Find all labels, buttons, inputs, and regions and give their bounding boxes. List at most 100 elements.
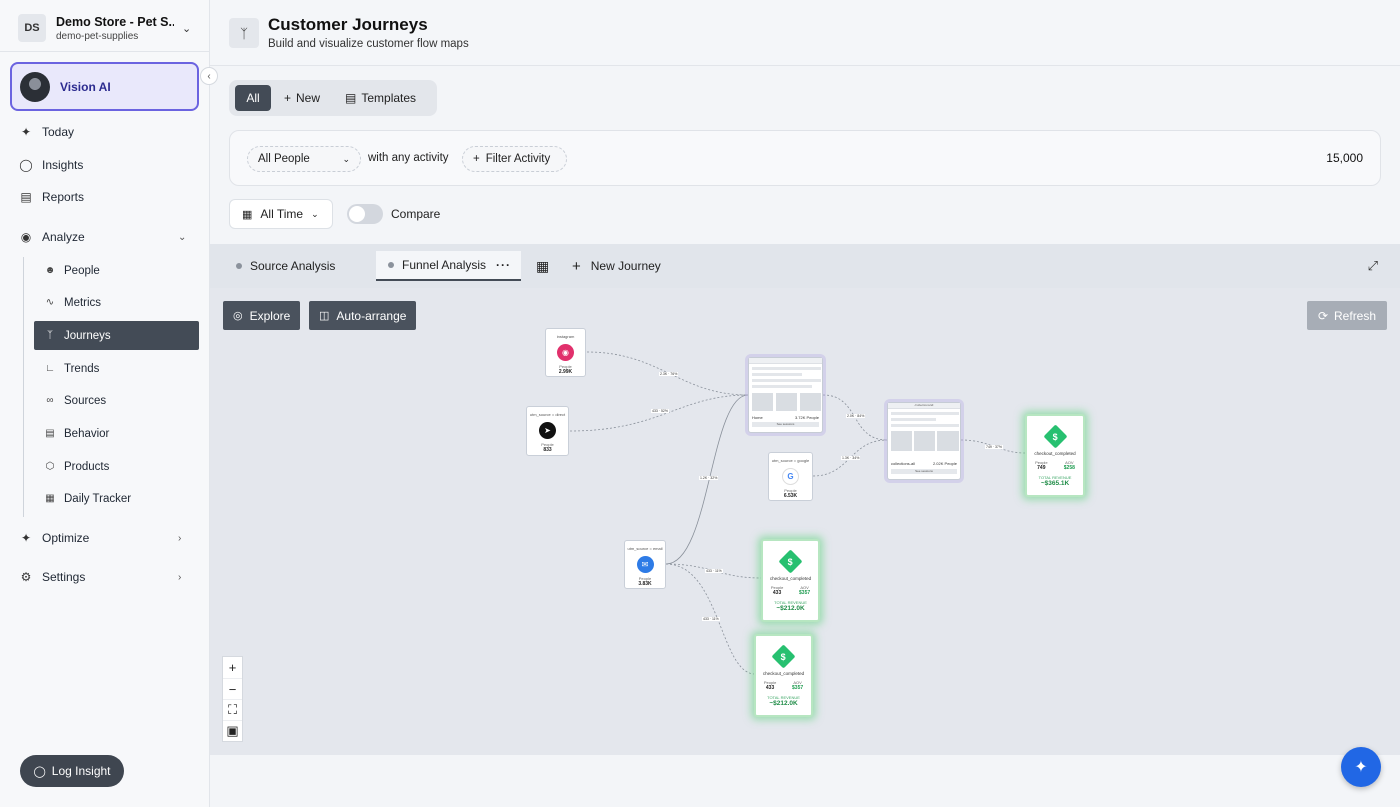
vision-ai-button[interactable]: Vision AI bbox=[10, 62, 199, 111]
store-slug: demo-pet-supplies bbox=[56, 30, 139, 42]
compare-toggle[interactable] bbox=[347, 204, 383, 224]
people-icon: ☻ bbox=[44, 265, 56, 276]
nav-analyze[interactable]: ◉ Analyze ⌄ bbox=[18, 223, 187, 251]
plus-icon: + bbox=[473, 153, 480, 165]
edge-label: 433 · 11% bbox=[702, 617, 720, 621]
goal-event: checkout_completed bbox=[769, 576, 812, 581]
subnav-trends[interactable]: ∟ Trends bbox=[34, 354, 199, 383]
subnav-behavior[interactable]: ▤ Behavior bbox=[34, 419, 199, 448]
node-goal-checkout-3[interactable]: $ checkout_completed People 433 AOV $357 T… bbox=[754, 634, 813, 717]
grid-view-icon[interactable]: ▦ bbox=[536, 251, 549, 281]
see-sessions-button[interactable]: See sessions bbox=[891, 469, 957, 474]
segment-templates[interactable]: ▤ Templates bbox=[345, 85, 416, 111]
page-header: ᛉ Customer Journeys Build and visualize … bbox=[210, 0, 1400, 66]
stat-value: $357 bbox=[792, 685, 804, 691]
tab-source-analysis[interactable]: Source Analysis bbox=[236, 251, 335, 281]
arrange-icon: ◫ bbox=[319, 310, 330, 322]
node-goal-checkout-2[interactable]: $ checkout_completed People 433 AOV $357 T… bbox=[761, 539, 820, 622]
page-subtitle: Build and visualize customer flow maps bbox=[268, 38, 469, 50]
with-activity-text: with any activity bbox=[368, 152, 449, 164]
ai-assistant-button[interactable]: ✦ bbox=[1341, 747, 1381, 787]
segment-new[interactable]: + New bbox=[284, 85, 320, 111]
node-google[interactable]: utm_source = google G People 6.53K bbox=[768, 452, 813, 501]
tab-funnel-analysis[interactable]: Funnel Analysis ··· bbox=[376, 251, 521, 281]
page-url: /collections/all bbox=[888, 403, 960, 409]
fit-view-button[interactable]: ⛶ bbox=[223, 699, 242, 720]
segment-all[interactable]: All bbox=[235, 85, 271, 111]
subnav-line bbox=[23, 257, 24, 517]
expand-icon[interactable]: ⤢ bbox=[1368, 258, 1378, 274]
new-journey-label: New Journey bbox=[590, 259, 661, 273]
zoom-out-button[interactable]: − bbox=[223, 678, 242, 699]
node-value: 3.83K bbox=[638, 581, 652, 587]
subnav-daily-tracker[interactable]: ▦ Daily Tracker bbox=[34, 484, 199, 513]
subnav-behavior-label: Behavior bbox=[64, 427, 110, 440]
node-title: utm_source = direct bbox=[529, 412, 566, 417]
filter-activity-label: Filter Activity bbox=[485, 153, 551, 165]
nav-settings[interactable]: ⚙ Settings › bbox=[18, 563, 182, 591]
stat-value: $357 bbox=[799, 590, 811, 596]
people-dropdown[interactable]: All People ⌄ bbox=[247, 146, 361, 172]
node-collections-page[interactable]: /collections/all collections-all 2.02K P… bbox=[887, 402, 961, 480]
stat-value: 749 bbox=[1037, 465, 1046, 471]
subnav-people-label: People bbox=[64, 264, 100, 277]
journey-canvas[interactable]: 2.3K · 76% 433 · 52% 1.2K · 32% 2.0K · 8… bbox=[210, 288, 1400, 755]
edge-label: 2.0K · 84% bbox=[846, 414, 866, 418]
subnav-journeys[interactable]: ᛉ Journeys bbox=[34, 321, 199, 350]
cursor-icon: ➤ bbox=[539, 422, 556, 439]
see-sessions-button[interactable]: See sessions bbox=[752, 422, 819, 427]
node-email[interactable]: utm_source = email ✉ People 3.83K bbox=[624, 540, 666, 589]
people-dropdown-label: All People bbox=[258, 153, 310, 165]
subnav-people[interactable]: ☻ People bbox=[34, 256, 199, 285]
edge-label: 749 · 37% bbox=[985, 445, 1003, 449]
nav-insights[interactable]: ◯ Insights bbox=[18, 151, 83, 179]
auto-arrange-button[interactable]: ◫ Auto-arrange bbox=[309, 301, 417, 330]
people-count: 15,000 bbox=[1326, 151, 1363, 165]
page-name: collections-all bbox=[891, 461, 916, 466]
tab-dot bbox=[388, 262, 394, 268]
branch-icon: ᛉ bbox=[47, 330, 53, 341]
link-icon: ∞ bbox=[46, 395, 54, 406]
lock-button[interactable]: ▣ bbox=[223, 720, 242, 741]
filter-activity-button[interactable]: + Filter Activity bbox=[462, 146, 567, 172]
mail-icon: ✉ bbox=[636, 556, 654, 573]
collapse-sidebar-button[interactable]: ‹ bbox=[200, 67, 218, 85]
more-icon[interactable]: ··· bbox=[496, 258, 511, 272]
node-instagram[interactable]: instagram ◉ People 2.99K bbox=[545, 328, 586, 377]
nav-optimize-label: Optimize bbox=[42, 531, 90, 545]
node-home-page[interactable]: Home 3.72K People See sessions bbox=[748, 357, 823, 433]
chevron-right-icon: › bbox=[178, 571, 182, 583]
box-icon: ⬡ bbox=[45, 461, 55, 472]
nav-today[interactable]: ✦ Today bbox=[18, 118, 74, 146]
template-icon: ▤ bbox=[345, 91, 357, 105]
segment-new-label: New bbox=[296, 91, 321, 105]
zoom-in-button[interactable]: + bbox=[223, 657, 242, 678]
time-range-dropdown[interactable]: ▦ All Time ⌄ bbox=[229, 199, 333, 229]
page-title: Customer Journeys bbox=[268, 15, 428, 34]
refresh-button[interactable]: ⟳ Refresh bbox=[1307, 301, 1387, 330]
time-range-label: All Time bbox=[260, 207, 304, 221]
canvas-footer bbox=[210, 755, 1400, 807]
nav-optimize[interactable]: ✦ Optimize › bbox=[18, 524, 181, 552]
log-insight-button[interactable]: ◯ Log Insight bbox=[20, 755, 124, 787]
node-goal-checkout-1[interactable]: $ checkout_completed People 749 AOV $258 T… bbox=[1025, 414, 1085, 497]
new-journey-button[interactable]: + New Journey bbox=[572, 251, 661, 281]
nav-today-label: Today bbox=[42, 125, 75, 139]
calendar-icon: ▦ bbox=[242, 208, 253, 221]
node-direct[interactable]: utm_source = direct ➤ People 833 bbox=[526, 406, 569, 456]
node-value: 2.99K bbox=[558, 369, 573, 375]
subnav-products[interactable]: ⬡ Products bbox=[34, 452, 199, 481]
chevron-down-icon: ⌄ bbox=[178, 231, 187, 243]
calendar-icon: ▦ bbox=[45, 493, 55, 504]
nav-reports[interactable]: ▤ Reports bbox=[18, 183, 84, 211]
tab-funnel-label: Funnel Analysis bbox=[402, 258, 487, 272]
edge-label: 1.3K · 34% bbox=[841, 456, 861, 460]
revenue-value: ~$212.0K bbox=[769, 700, 798, 707]
nav-insights-label: Insights bbox=[42, 158, 84, 172]
store-switcher[interactable]: DS Demo Store - Pet S... demo-pet-suppli… bbox=[18, 10, 198, 46]
page-people: 2.02K People bbox=[932, 461, 957, 466]
subnav-sources[interactable]: ∞ Sources bbox=[34, 386, 199, 415]
subnav-metrics[interactable]: ∿ Metrics bbox=[34, 288, 199, 317]
explore-button[interactable]: ◎ Explore bbox=[223, 301, 301, 330]
log-insight-label: Log Insight bbox=[51, 764, 111, 778]
